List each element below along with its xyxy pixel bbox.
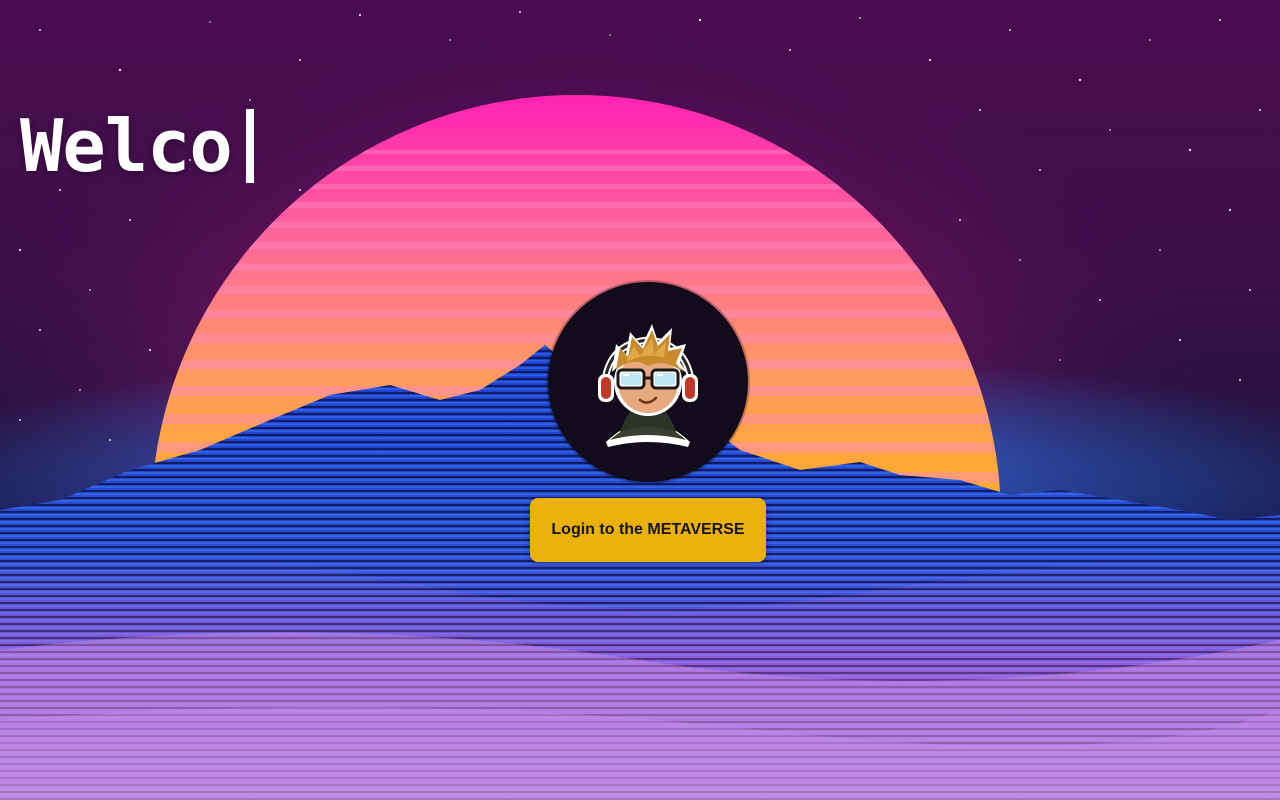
welcome-typing-heading: Welco (20, 100, 254, 192)
login-metaverse-button[interactable]: Login to the METAVERSE (530, 498, 766, 562)
welcome-typed-text: Welco (20, 104, 233, 188)
typing-caret (245, 109, 254, 183)
avatar (548, 282, 748, 482)
login-button-label: Login to the METAVERSE (551, 521, 745, 538)
nerd-gamer-avatar-icon (598, 324, 698, 447)
login-page: Welco Login to the METAVERSE (0, 0, 1280, 800)
